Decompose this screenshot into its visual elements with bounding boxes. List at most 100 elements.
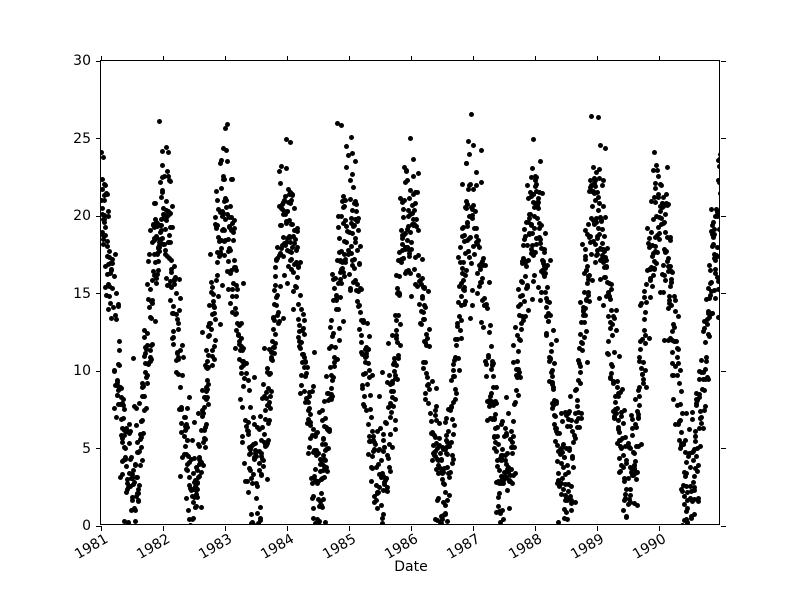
data-point bbox=[226, 259, 231, 264]
data-point bbox=[232, 258, 237, 263]
data-point bbox=[146, 259, 151, 264]
data-point bbox=[670, 350, 675, 355]
data-point bbox=[356, 228, 361, 233]
data-point bbox=[710, 311, 715, 316]
data-point bbox=[637, 394, 642, 399]
data-point bbox=[190, 438, 195, 443]
data-point bbox=[532, 226, 537, 231]
data-point bbox=[549, 342, 554, 347]
data-point bbox=[183, 415, 188, 420]
data-point bbox=[384, 421, 389, 426]
data-point bbox=[278, 181, 283, 186]
data-point bbox=[211, 299, 216, 304]
data-point bbox=[267, 400, 272, 405]
data-point bbox=[717, 227, 719, 232]
data-point bbox=[676, 361, 681, 366]
data-point bbox=[234, 294, 239, 299]
data-point bbox=[477, 245, 482, 250]
data-point bbox=[242, 461, 247, 466]
data-point bbox=[274, 303, 279, 308]
data-point bbox=[605, 246, 610, 251]
data-point bbox=[239, 336, 244, 341]
data-point bbox=[195, 481, 200, 486]
data-point bbox=[459, 318, 464, 323]
data-point bbox=[461, 260, 466, 265]
data-point bbox=[285, 209, 290, 214]
data-point bbox=[449, 440, 454, 445]
data-point bbox=[295, 245, 300, 250]
data-point bbox=[354, 202, 359, 207]
data-point bbox=[596, 195, 601, 200]
data-point bbox=[200, 330, 205, 335]
data-point bbox=[359, 340, 364, 345]
data-point bbox=[301, 326, 306, 331]
data-point bbox=[213, 338, 218, 343]
data-point bbox=[659, 183, 664, 188]
data-point bbox=[715, 245, 719, 250]
data-point bbox=[255, 484, 260, 489]
data-point bbox=[711, 220, 716, 225]
data-point bbox=[169, 258, 174, 263]
scatter-plot-area bbox=[101, 61, 719, 524]
data-point bbox=[149, 357, 154, 362]
data-point bbox=[516, 393, 521, 398]
data-point bbox=[610, 333, 615, 338]
data-point bbox=[494, 385, 499, 390]
data-point bbox=[545, 285, 550, 290]
data-point bbox=[420, 257, 425, 262]
data-point bbox=[702, 388, 707, 393]
data-point bbox=[178, 474, 183, 479]
data-point bbox=[465, 220, 470, 225]
data-point bbox=[299, 340, 304, 345]
data-point bbox=[479, 148, 484, 153]
y-tick-label: 20 bbox=[73, 208, 91, 224]
x-tick bbox=[163, 526, 164, 531]
data-point bbox=[101, 177, 105, 182]
data-point bbox=[133, 508, 138, 513]
data-point bbox=[320, 505, 325, 510]
data-point bbox=[619, 414, 624, 419]
data-point bbox=[434, 386, 439, 391]
data-point bbox=[587, 299, 592, 304]
data-point bbox=[219, 186, 224, 191]
x-tick bbox=[659, 56, 660, 61]
data-point bbox=[535, 216, 540, 221]
data-point bbox=[109, 267, 114, 272]
data-point bbox=[683, 438, 688, 443]
data-point bbox=[639, 442, 644, 447]
x-tick bbox=[349, 56, 350, 61]
data-point bbox=[127, 441, 132, 446]
data-point bbox=[240, 440, 245, 445]
data-point bbox=[491, 374, 496, 379]
data-point bbox=[596, 115, 601, 120]
data-point bbox=[433, 413, 438, 418]
data-point bbox=[408, 136, 413, 141]
data-point bbox=[688, 465, 693, 470]
data-point bbox=[168, 211, 173, 216]
data-point bbox=[717, 180, 719, 185]
data-point bbox=[209, 327, 214, 332]
data-point bbox=[468, 182, 473, 187]
data-point bbox=[129, 455, 134, 460]
data-point bbox=[219, 246, 224, 251]
data-point bbox=[401, 256, 406, 261]
data-point bbox=[178, 385, 183, 390]
data-point bbox=[648, 295, 653, 300]
data-point bbox=[694, 454, 699, 459]
data-point bbox=[416, 171, 421, 176]
data-point bbox=[679, 389, 684, 394]
data-point bbox=[447, 493, 452, 498]
data-point bbox=[656, 174, 661, 179]
data-point bbox=[205, 387, 210, 392]
data-point bbox=[556, 471, 561, 476]
data-point bbox=[670, 270, 675, 275]
data-point bbox=[643, 341, 648, 346]
data-point bbox=[698, 444, 703, 449]
data-point bbox=[678, 368, 683, 373]
data-point bbox=[539, 223, 544, 228]
data-point bbox=[381, 438, 386, 443]
data-point bbox=[618, 469, 623, 474]
data-point bbox=[232, 218, 237, 223]
data-point bbox=[578, 381, 583, 386]
data-point bbox=[377, 394, 382, 399]
